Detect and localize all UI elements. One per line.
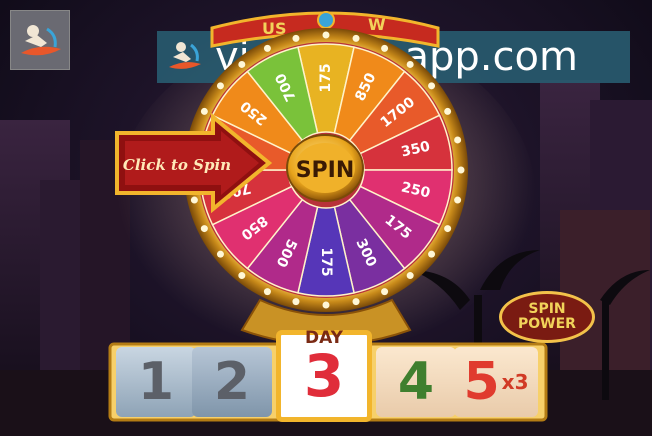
multiplier-badge: x3 [501, 370, 529, 394]
surfer-icon [169, 42, 201, 69]
day-label: DAY [305, 328, 343, 348]
click-to-spin-arrow[interactable]: Click to Spin [113, 112, 273, 214]
day-4-tile[interactable]: 4 [376, 347, 456, 417]
spin-button[interactable]: SPIN [285, 133, 365, 203]
watermark-banner: vip-gogo-app.com [157, 31, 630, 83]
app-logo-icon [10, 10, 70, 70]
day-1-tile[interactable]: 1 [116, 347, 196, 417]
daily-bonus-strip: 1 2 3 DAY 4 5 x3 [108, 328, 548, 424]
day-2-tile[interactable]: 2 [192, 347, 272, 417]
day-5-tile[interactable]: 5 x3 [454, 347, 538, 417]
watermark-url: vip-gogo-app.com [215, 34, 578, 80]
spin-power-badge: SPIN POWER [499, 291, 595, 343]
click-to-spin-label: Click to Spin [123, 156, 231, 174]
spin-label: SPIN [296, 158, 355, 183]
